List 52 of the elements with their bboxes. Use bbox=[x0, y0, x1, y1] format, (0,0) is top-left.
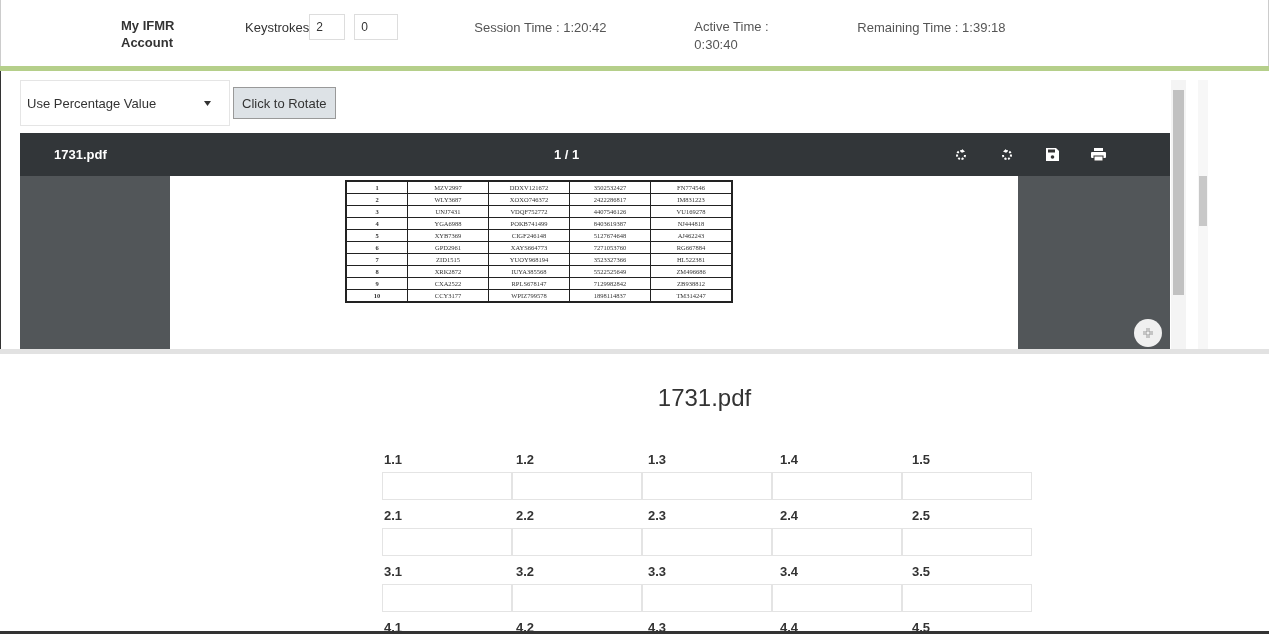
rotate-counterclockwise-icon[interactable] bbox=[1000, 147, 1014, 162]
answer-label: 1.4 bbox=[779, 452, 800, 469]
caret-icon bbox=[204, 100, 211, 106]
keystrokes-label: Keystrokes bbox=[245, 19, 310, 35]
answer-label: 2.1 bbox=[383, 508, 404, 525]
answer-label: 2.4 bbox=[779, 508, 800, 525]
answer-label: 1.3 bbox=[647, 452, 668, 469]
document-title: 1731.pdf bbox=[657, 384, 752, 412]
keystrokes-field[interactable]: 2 bbox=[309, 14, 346, 40]
page-indicator: 1 / 1 bbox=[554, 147, 581, 162]
scrollbar[interactable] bbox=[1171, 80, 1186, 349]
answer-field[interactable] bbox=[382, 528, 512, 556]
answer-label: 3.4 bbox=[779, 564, 800, 581]
answer-field[interactable] bbox=[512, 472, 642, 500]
rotate-clockwise-icon[interactable] bbox=[954, 147, 968, 162]
answer-label: 2.3 bbox=[647, 508, 668, 525]
active-time: Active Time : 0:30:40 bbox=[694, 18, 770, 54]
answer-label: 1.5 bbox=[911, 452, 932, 469]
answer-field[interactable] bbox=[772, 584, 902, 612]
account-link[interactable]: My IFMR Account bbox=[121, 17, 191, 51]
answer-field[interactable] bbox=[902, 472, 1032, 500]
keystrokes-field[interactable]: 0 bbox=[354, 14, 399, 40]
answer-label: 1.2 bbox=[515, 452, 536, 469]
scrollbar[interactable] bbox=[1198, 80, 1208, 349]
answer-label: 2.5 bbox=[911, 508, 932, 525]
splitter-handle[interactable] bbox=[0, 349, 1269, 354]
answer-field[interactable] bbox=[772, 528, 902, 556]
answer-field[interactable] bbox=[512, 584, 642, 612]
answer-field[interactable] bbox=[642, 528, 772, 556]
remaining-time: Remaining Time : 1:39:18 bbox=[857, 20, 1006, 35]
save-icon[interactable] bbox=[1046, 148, 1059, 161]
answer-field[interactable] bbox=[902, 528, 1032, 556]
answer-field[interactable] bbox=[382, 472, 512, 500]
answer-label: 3.5 bbox=[911, 564, 932, 581]
print-icon[interactable] bbox=[1091, 148, 1106, 161]
answer-field[interactable] bbox=[902, 584, 1032, 612]
answer-label: 3.1 bbox=[383, 564, 404, 581]
answer-field[interactable] bbox=[382, 584, 512, 612]
answer-label: 3.2 bbox=[515, 564, 536, 581]
value-mode-select[interactable]: Use Percentage Value bbox=[20, 80, 230, 126]
answer-field[interactable] bbox=[772, 472, 902, 500]
collapse-button[interactable] bbox=[1134, 319, 1162, 347]
file-name: 1731.pdf bbox=[54, 147, 108, 162]
session-time: Session Time : 1:20:42 bbox=[474, 20, 608, 35]
rotate-button[interactable]: Click to Rotate bbox=[233, 87, 336, 119]
answer-field[interactable] bbox=[512, 528, 642, 556]
collapse-icon bbox=[1143, 328, 1153, 338]
answer-label: 1.1 bbox=[383, 452, 404, 469]
answer-field[interactable] bbox=[642, 584, 772, 612]
answer-field[interactable] bbox=[642, 472, 772, 500]
answer-label: 2.2 bbox=[515, 508, 536, 525]
answer-label: 3.3 bbox=[647, 564, 668, 581]
